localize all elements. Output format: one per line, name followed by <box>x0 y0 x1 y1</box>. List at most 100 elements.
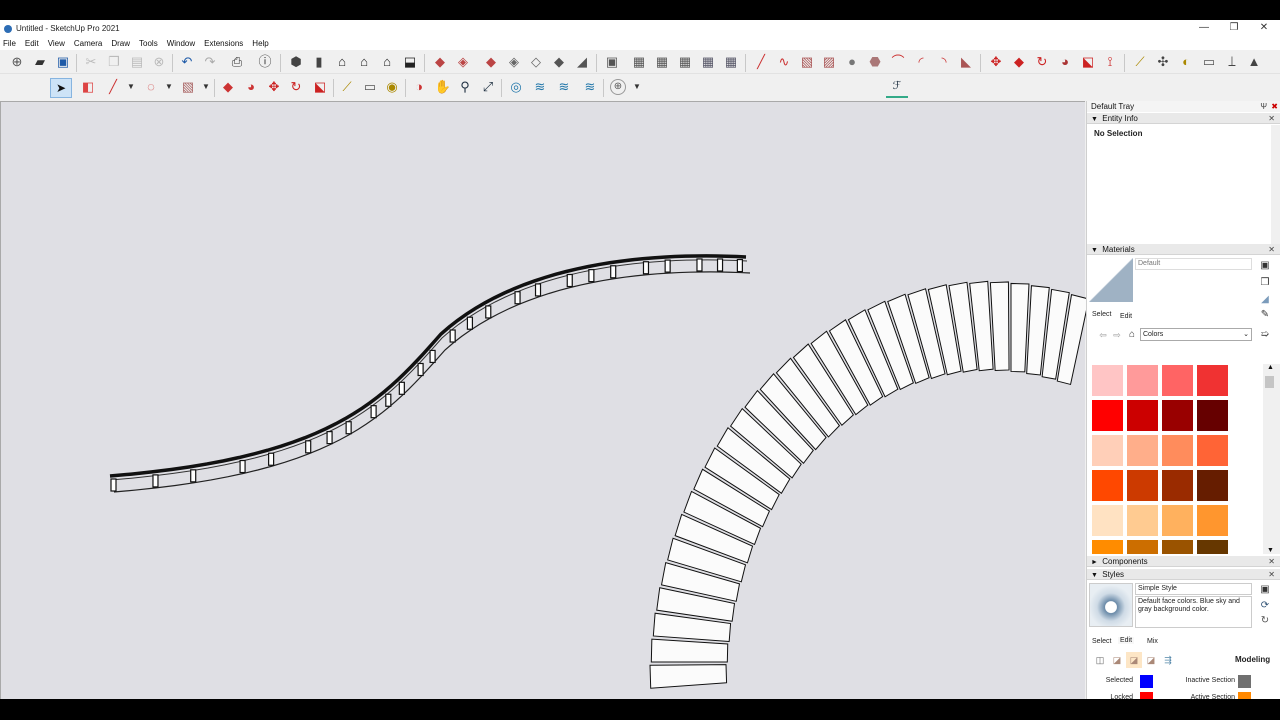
back-edges-icon[interactable]: ◢ <box>574 54 590 70</box>
forward-icon[interactable]: ⇨ <box>1109 327 1125 343</box>
print-icon[interactable]: ⎙ <box>229 54 245 70</box>
face-settings-icon[interactable]: ◪ <box>1109 652 1125 668</box>
material-swatch[interactable] <box>1162 505 1193 536</box>
chevron-down-icon[interactable]: ▼ <box>123 79 139 95</box>
get-models-icon[interactable]: ▦ <box>654 54 670 70</box>
three-point-arc-icon[interactable]: ◝ <box>936 54 952 70</box>
styles-header[interactable]: ▼ Styles ✕ <box>1087 569 1280 580</box>
rectangle-tool-icon[interactable]: ▧ <box>799 54 815 70</box>
freehand-tool-icon[interactable]: ∿ <box>776 54 792 70</box>
components-header[interactable]: ► Components ✕ <box>1087 556 1280 567</box>
material-swatch[interactable] <box>1162 400 1193 431</box>
menu-help[interactable]: Help <box>252 39 268 48</box>
copy-icon[interactable]: ❐ <box>106 54 122 70</box>
home-icon[interactable]: ⌂ <box>1124 327 1140 343</box>
entity-info-header[interactable]: ▼ Entity Info ✕ <box>1087 113 1280 124</box>
material-swatch[interactable] <box>1197 365 1228 396</box>
menu-camera[interactable]: Camera <box>74 39 102 48</box>
arc-tool-icon[interactable]: ◌ <box>143 79 159 95</box>
two-point-arc-icon[interactable]: ◜ <box>913 54 929 70</box>
top-view-icon[interactable]: ▮ <box>311 54 327 70</box>
chevron-down-icon[interactable]: ▼ <box>629 79 645 95</box>
material-library-select[interactable]: Colors ⌄ <box>1140 328 1252 341</box>
front-view-icon[interactable]: ⌂ <box>334 54 350 70</box>
material-swatch[interactable] <box>1162 470 1193 501</box>
section-fill-icon[interactable]: ≋ <box>582 79 598 95</box>
paste-icon[interactable]: ▤ <box>129 54 145 70</box>
erase-icon[interactable]: ⊗ <box>151 54 167 70</box>
section-plane-icon[interactable]: ◎ <box>508 79 524 95</box>
material-swatch[interactable] <box>1092 400 1123 431</box>
materials-header[interactable]: ▼ Materials ✕ <box>1087 244 1280 255</box>
dimension-icon[interactable]: ✣ <box>1155 54 1171 70</box>
offset-tool-icon[interactable]: ◕ <box>243 79 259 95</box>
paint-bucket-icon[interactable]: ◉ <box>384 79 400 95</box>
styles-tab-select[interactable]: Select <box>1092 638 1111 645</box>
modeling-settings-icon[interactable]: ⇶ <box>1160 652 1176 668</box>
material-swatch[interactable] <box>1162 435 1193 466</box>
rotate-tool-icon[interactable]: ↻ <box>288 79 304 95</box>
menu-window[interactable]: Window <box>167 39 195 48</box>
maximize-button[interactable]: ❐ <box>1219 20 1249 37</box>
pan-tool-icon[interactable]: ✋ <box>435 79 451 95</box>
menu-view[interactable]: View <box>48 39 65 48</box>
material-swatch[interactable] <box>1092 505 1123 536</box>
entity-scrollbar[interactable] <box>1271 125 1280 245</box>
share-component-icon[interactable]: ▦ <box>677 54 693 70</box>
shapes-tool-icon[interactable]: ▧ <box>180 79 196 95</box>
section-cuts-icon[interactable]: ≋ <box>556 79 572 95</box>
expand-arrow-icon[interactable]: ▼ <box>1091 114 1100 125</box>
tray-close-icon[interactable]: ✖ <box>1271 101 1278 112</box>
iso-view-icon[interactable]: ⬢ <box>288 54 304 70</box>
move-tool-icon[interactable]: ✥ <box>988 54 1004 70</box>
default-material-icon[interactable]: ◢ <box>1257 292 1273 308</box>
hidden-line-icon[interactable]: ◆ <box>483 54 499 70</box>
material-swatch[interactable] <box>1092 540 1123 554</box>
material-swatch[interactable] <box>1197 435 1228 466</box>
materials-tab-select[interactable]: Select <box>1092 311 1111 318</box>
offset-tool-icon[interactable]: ⟟ <box>1102 54 1118 70</box>
model-canvas[interactable] <box>1 102 1090 699</box>
scroll-down-icon[interactable]: ▼ <box>1267 547 1274 554</box>
minimize-button[interactable]: — <box>1189 20 1219 37</box>
setting-color-swatch[interactable] <box>1238 675 1251 688</box>
open-icon[interactable]: ▰ <box>32 54 48 70</box>
rotate-tool-icon[interactable]: ↻ <box>1034 54 1050 70</box>
wireframe-icon[interactable]: ◈ <box>455 54 471 70</box>
material-swatch[interactable] <box>1127 400 1158 431</box>
materials-scrollbar[interactable]: ▲ ▼ <box>1263 364 1280 554</box>
modeling-viewport[interactable] <box>0 101 1090 699</box>
menu-draw[interactable]: Draw <box>111 39 130 48</box>
panel-close-icon[interactable]: ✕ <box>1268 244 1275 255</box>
material-swatch[interactable] <box>1092 470 1123 501</box>
materials-tab-edit[interactable]: Edit <box>1120 313 1132 320</box>
setting-color-swatch[interactable] <box>1140 675 1153 688</box>
text-tool-icon[interactable]: ▭ <box>362 79 378 95</box>
rotated-rectangle-icon[interactable]: ▨ <box>821 54 837 70</box>
tape-measure-icon[interactable]: ⟋ <box>1132 54 1148 70</box>
model-info-icon[interactable]: ⓘ <box>257 54 273 70</box>
protractor-icon[interactable]: ◐ <box>1178 54 1194 70</box>
expand-arrow-icon[interactable]: ▼ <box>1091 245 1100 256</box>
ruby-console-icon[interactable]: ℱ <box>886 76 908 98</box>
line-tool-icon[interactable]: ╱ <box>753 54 769 70</box>
menu-tools[interactable]: Tools <box>139 39 158 48</box>
scale-tool-icon[interactable]: ⬕ <box>1080 54 1096 70</box>
left-view-icon[interactable]: ⬓ <box>402 54 418 70</box>
pie-tool-icon[interactable]: ◣ <box>958 54 974 70</box>
edge-settings-icon[interactable]: ◫ <box>1092 652 1108 668</box>
expand-arrow-icon[interactable]: ▼ <box>1091 570 1100 581</box>
select-tool-icon[interactable]: ➤ <box>50 78 72 98</box>
material-swatch[interactable] <box>1162 365 1193 396</box>
material-swatch[interactable] <box>1127 365 1158 396</box>
material-swatch[interactable] <box>1197 540 1228 554</box>
monochrome-icon[interactable]: ◆ <box>551 54 567 70</box>
redo-icon[interactable]: ↷ <box>202 54 218 70</box>
shaded-icon[interactable]: ◈ <box>506 54 522 70</box>
styles-tab-mix[interactable]: Mix <box>1147 638 1158 645</box>
panel-close-icon[interactable]: ✕ <box>1268 569 1275 580</box>
text-tool-icon[interactable]: ▭ <box>1201 54 1217 70</box>
panel-close-icon[interactable]: ✕ <box>1268 556 1275 567</box>
menu-edit[interactable]: Edit <box>25 39 39 48</box>
styles-tab-edit[interactable]: Edit <box>1118 637 1135 644</box>
